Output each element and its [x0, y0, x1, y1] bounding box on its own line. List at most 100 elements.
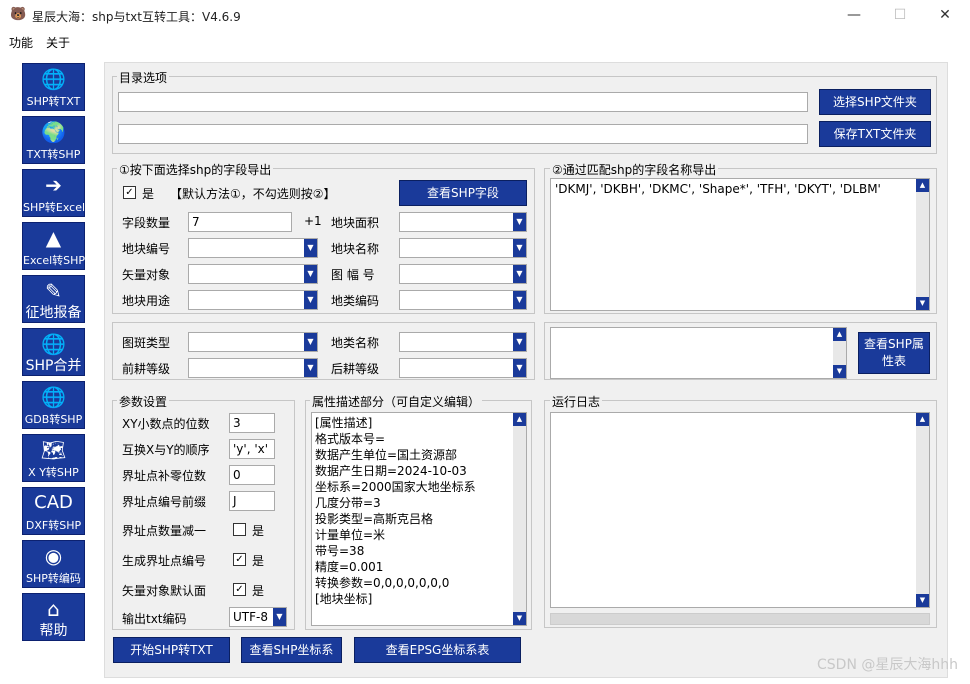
sidebar-label: DXF转SHP	[25, 519, 82, 532]
log-group-title: 运行日志	[550, 393, 603, 410]
patch-type-select[interactable]: ▼	[188, 332, 318, 352]
sidebar-txt-to-shp-button[interactable]: 🌍 TXT转SHP	[22, 116, 85, 164]
maximize-button[interactable]: ☐	[877, 0, 923, 32]
sidebar-label: GDB转SHP	[24, 413, 83, 426]
scroll-down-icon[interactable]: ▼	[916, 297, 929, 310]
sidebar-label: 征地报备	[25, 305, 82, 321]
view-shp-fields-button[interactable]: 查看SHP字段	[399, 180, 527, 206]
default-method-note: 【默认方法①，不勾选则按②】	[170, 187, 336, 201]
parcel-area-select[interactable]: ▼	[399, 212, 527, 232]
save-txt-folder-button[interactable]: 保存TXT文件夹	[819, 121, 931, 147]
attr-line: 精度=0.001	[315, 560, 384, 574]
sidebar-label: SHP转编码	[26, 572, 81, 585]
sidebar-shp-merge-button[interactable]: 🌐 SHP合并	[22, 328, 85, 376]
field-names-scrollbar[interactable]: ▲ ▼	[916, 179, 929, 310]
parcel-area-label: 地块面积	[331, 216, 380, 230]
attr-desc-scrollbar[interactable]: ▲ ▼	[513, 413, 526, 625]
select-shp-folder-button[interactable]: 选择SHP文件夹	[819, 89, 931, 115]
sidebar-shp-to-txt-button[interactable]: 🌐 SHP转TXT	[22, 63, 85, 111]
field-match-group-title: ②通过匹配shp的字段名称导出	[550, 161, 719, 178]
txt-folder-path-input[interactable]	[118, 124, 808, 144]
cad-icon: CAD	[34, 492, 73, 513]
post-grade-label: 后耕等级	[331, 362, 380, 376]
attr-line: 坐标系=2000国家大地坐标系	[315, 480, 476, 494]
post-grade-select[interactable]: ▼	[399, 358, 527, 378]
chevron-down-icon: ▼	[513, 291, 526, 309]
xy-digits-input[interactable]: 3	[229, 413, 275, 433]
pre-grade-select[interactable]: ▼	[188, 358, 318, 378]
scroll-down-icon[interactable]: ▼	[916, 594, 929, 607]
parcel-use-label: 地块用途	[122, 294, 171, 308]
sidebar-gdb-to-shp-button[interactable]: 🌐 GDB转SHP	[22, 381, 85, 429]
parcel-name-select[interactable]: ▼	[399, 238, 527, 258]
xy-digits-label: XY小数点的位数	[122, 417, 210, 431]
sidebar-excel-to-shp-button[interactable]: ▲ Excel转SHP	[22, 222, 85, 270]
land-class-name-select[interactable]: ▼	[399, 332, 527, 352]
parcel-id-select[interactable]: ▼	[188, 238, 318, 258]
method1-checkbox-label: 是	[142, 187, 155, 201]
scroll-up-icon[interactable]: ▲	[916, 413, 929, 426]
log-scrollbar[interactable]: ▲ ▼	[916, 413, 929, 607]
directory-group-title: 目录选项	[117, 69, 170, 86]
menu-function[interactable]: 功能	[9, 34, 33, 51]
scroll-up-icon[interactable]: ▲	[916, 179, 929, 192]
sidebar-label: SHP转Excel	[23, 201, 86, 214]
sidebar-label: 帮助	[39, 623, 68, 639]
view-shp-coord-button[interactable]: 查看SHP坐标系	[241, 637, 342, 663]
scroll-up-icon[interactable]: ▲	[513, 413, 526, 426]
attr-line: 计量单位=米	[315, 528, 386, 542]
shp-folder-path-input[interactable]	[118, 92, 808, 112]
txt-encoding-select[interactable]: UTF-8 ▼	[229, 607, 287, 627]
parcel-use-select[interactable]: ▼	[188, 290, 318, 310]
sidebar-shp-to-excel-button[interactable]: ➔ SHP转Excel	[22, 169, 85, 217]
view-attribute-table-button[interactable]: 查看SHP属性表	[858, 332, 930, 374]
window-title: 星辰大海：shp与txt互转工具：V4.6.9	[32, 10, 241, 24]
point-prefix-input[interactable]: J	[229, 491, 275, 511]
sidebar-help-button[interactable]: ⌂ 帮助	[22, 593, 85, 641]
patch-type-label: 图斑类型	[122, 336, 171, 350]
attr-desc-textarea[interactable]: [属性描述] 格式版本号= 数据产生单位=国土资源部 数据产生日期=2024-1…	[311, 412, 527, 626]
attr-preview-textarea[interactable]: ▲ ▼	[550, 327, 847, 379]
method1-checkbox[interactable]: ✓	[123, 186, 136, 199]
scroll-down-icon[interactable]: ▼	[833, 365, 846, 378]
pencil-icon: ✎	[45, 279, 62, 303]
params-group-title: 参数设置	[117, 393, 170, 410]
chevron-down-icon: ▼	[513, 265, 526, 283]
vector-default-checkbox[interactable]: ✓	[233, 583, 246, 596]
field-names-textarea[interactable]: 'DKMJ', 'DKBH', 'DKMC', 'Shape*', 'TFH',…	[550, 178, 930, 311]
scroll-up-icon[interactable]: ▲	[833, 328, 846, 341]
home-icon: ⌂	[47, 597, 60, 621]
attr-line: 数据产生日期=2024-10-03	[315, 464, 467, 478]
attr-desc-group-title: 属性描述部分（可自定义编辑）	[310, 393, 483, 410]
point-count-minus-checkbox[interactable]	[233, 523, 246, 536]
close-button[interactable]: ✕	[922, 0, 968, 32]
attr-line: [属性描述]	[315, 416, 373, 430]
vector-default-label: 矢量对象默认面	[122, 584, 207, 598]
start-convert-button[interactable]: 开始SHP转TXT	[113, 637, 230, 663]
vector-object-select[interactable]: ▼	[188, 264, 318, 284]
chevron-down-icon: ▼	[513, 213, 526, 231]
sidebar-xy-to-shp-button[interactable]: 🗺 X Y转SHP	[22, 434, 85, 482]
field-count-input[interactable]: 7	[188, 212, 292, 232]
scroll-down-icon[interactable]: ▼	[513, 612, 526, 625]
view-epsg-button[interactable]: 查看EPSG坐标系表	[354, 637, 521, 663]
point-count-minus-label: 界址点数量减一	[122, 524, 207, 538]
gen-point-id-checkbox[interactable]: ✓	[233, 553, 246, 566]
globe-icon: 🌍	[41, 120, 66, 144]
land-code-select[interactable]: ▼	[399, 290, 527, 310]
sidebar-dxf-to-shp-button[interactable]: CAD DXF转SHP	[22, 487, 85, 535]
progress-bar	[550, 613, 930, 625]
attr-line: 几度分带=3	[315, 496, 381, 510]
chevron-down-icon: ▼	[513, 239, 526, 257]
menu-about[interactable]: 关于	[46, 34, 70, 51]
log-textarea[interactable]: ▲ ▼	[550, 412, 930, 608]
swap-xy-input[interactable]: 'y', 'x'	[229, 439, 275, 459]
field-select-group-title: ①按下面选择shp的字段导出	[117, 161, 274, 178]
sidebar-label: X Y转SHP	[28, 466, 79, 479]
sidebar-land-report-button[interactable]: ✎ 征地报备	[22, 275, 85, 323]
sidebar-shp-encoding-button[interactable]: ◉ SHP转编码	[22, 540, 85, 588]
minimize-button[interactable]: —	[831, 0, 877, 32]
attr-preview-scrollbar[interactable]: ▲ ▼	[833, 328, 846, 378]
map-sheet-select[interactable]: ▼	[399, 264, 527, 284]
zero-pad-input[interactable]: 0	[229, 465, 275, 485]
